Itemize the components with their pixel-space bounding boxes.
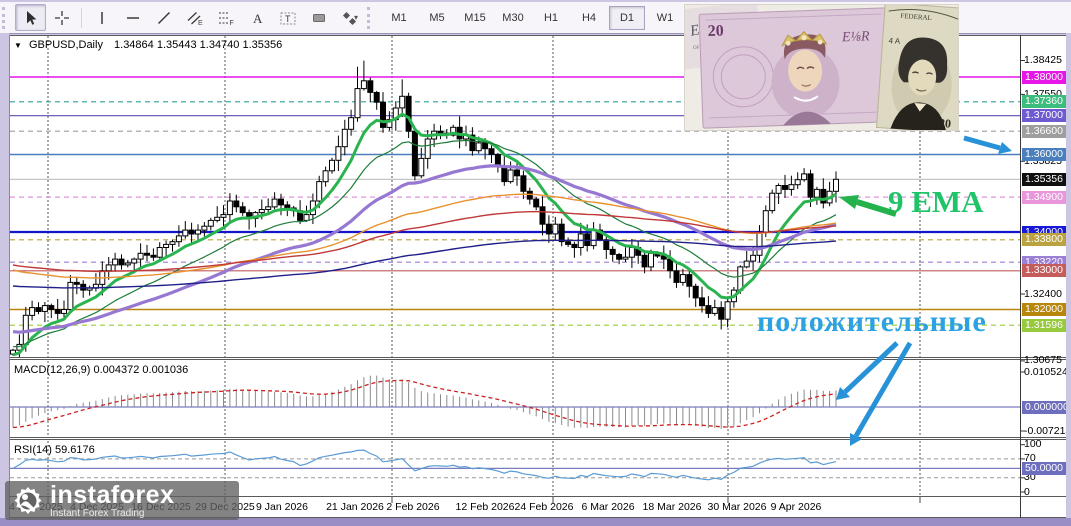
symbol-dropdown-icon[interactable]: ▼ <box>14 41 22 50</box>
timeframe-m15-button[interactable]: M15 <box>457 6 493 30</box>
timeframe-m1-button[interactable]: M1 <box>381 6 417 30</box>
instaforex-gear-icon <box>14 486 42 514</box>
svg-text:A: A <box>253 11 263 26</box>
macd-axis-tick: -0.007214 <box>1024 424 1071 437</box>
rsi-axis-tick: 100 <box>1024 438 1042 451</box>
rsi-label: RSI(14) 59.6176 <box>14 444 95 456</box>
logo-tagline: Instant Forex Trading <box>50 507 145 519</box>
currency-notes-image: England OF TWENTY POUNDS E⅛R 20 20 20 20… <box>677 1 970 134</box>
vertical-line-tool-button[interactable] <box>86 4 117 31</box>
price-level-badge: 1.35356 <box>1022 172 1066 186</box>
chart-title: ▼ GBPUSD,Daily 1.34864 1.35443 1.34740 1… <box>14 39 282 51</box>
svg-text:T: T <box>285 14 291 24</box>
text-label-tool-button[interactable]: T <box>272 4 303 31</box>
price-level-badge: 1.33800 <box>1022 233 1066 247</box>
timeframe-toolbar: M1M5M15M30H1H4D1W1MN <box>380 5 722 30</box>
rsi-axis-tick: 0 <box>1024 485 1030 498</box>
pound-note-value: 20 <box>707 22 724 40</box>
date-axis-label: 6 Mar 2026 <box>581 501 635 513</box>
logo-name: instaforex <box>50 480 175 509</box>
price-level-badge: 1.34900 <box>1022 190 1066 204</box>
drawing-toolbar: E F A T ▾ <box>15 4 365 31</box>
positive-annotation: положительные <box>757 305 987 338</box>
price-level-badge: 1.36000 <box>1022 148 1066 161</box>
date-axis-label: 9 Jan 2026 <box>256 501 308 513</box>
date-axis-label: 2 Feb 2026 <box>386 501 440 513</box>
window-right-edge <box>1066 33 1071 518</box>
timeframe-w1-button[interactable]: W1 <box>647 6 683 30</box>
timeframe-m30-button[interactable]: M30 <box>495 6 531 30</box>
timeframe-h1-button[interactable]: H1 <box>533 6 569 30</box>
svg-text:E⅛R: E⅛R <box>841 29 871 45</box>
toolbar-separator <box>81 7 82 28</box>
price-level-badge: 1.36600 <box>1022 124 1066 138</box>
price-level-badge: 1.38000 <box>1022 70 1066 84</box>
date-axis-label: 9 Apr 2026 <box>770 501 822 513</box>
price-axis-tick: 1.32400 <box>1024 287 1062 300</box>
text-tool-button[interactable]: A <box>241 4 272 31</box>
macd-label: MACD(12,26,9) 0.004372 0.001036 <box>14 364 189 376</box>
instaforex-logo: instaforex Instant Forex Trading <box>5 481 239 520</box>
toolbar-grip[interactable] <box>367 6 376 29</box>
metatrader-window: { "toolbar": { "tools": [ {"name":"curso… <box>0 0 1071 526</box>
ohlc-values: 1.34864 1.35443 1.34740 1.35356 <box>114 39 283 51</box>
horizontal-line-tool-button[interactable] <box>117 4 148 31</box>
toolbar-grip[interactable] <box>2 6 11 29</box>
price-level-badge: 1.37000 <box>1022 109 1066 123</box>
macd-zero-badge: 0.000000 <box>1022 400 1071 414</box>
svg-text:F: F <box>229 20 233 26</box>
window-left-edge <box>0 33 9 518</box>
fibonacci-tool-button[interactable]: F <box>210 4 241 31</box>
window-top-edge <box>0 0 1071 2</box>
timeframe-h4-button[interactable]: H4 <box>571 6 607 30</box>
price-level-badge: 1.37360 <box>1022 95 1066 109</box>
symbol-period-label: GBPUSD,Daily <box>28 39 103 51</box>
arrows-tool-button[interactable]: ▾ <box>334 4 365 31</box>
date-axis-label: 18 Mar 2026 <box>642 501 702 513</box>
price-level-badge: 1.31596 <box>1022 318 1066 332</box>
rsi-level-badge: 50.0000 <box>1022 461 1066 475</box>
crosshair-tool-button[interactable] <box>46 4 77 31</box>
timeframe-m5-button[interactable]: M5 <box>419 6 455 30</box>
date-axis-label: 24 Feb 2026 <box>514 501 574 513</box>
price-level-badge: 1.33000 <box>1022 264 1066 278</box>
timeframe-d1-button[interactable]: D1 <box>609 5 645 30</box>
ema-annotation: 9 EMA <box>888 184 984 219</box>
svg-text:4 A: 4 A <box>888 36 901 46</box>
macd-axis-tick: 0.010524 <box>1024 365 1068 378</box>
equidistant-channel-tool-button[interactable]: E <box>179 4 210 31</box>
svg-text:E: E <box>198 20 203 26</box>
price-axis-tick: 1.38425 <box>1024 54 1062 66</box>
shapes-tool-button[interactable] <box>303 4 334 31</box>
dropdown-caret-icon[interactable]: ▾ <box>354 13 358 22</box>
cursor-tool-button[interactable] <box>15 4 46 31</box>
price-level-badge: 1.32000 <box>1022 303 1066 316</box>
trendline-tool-button[interactable] <box>148 4 179 31</box>
